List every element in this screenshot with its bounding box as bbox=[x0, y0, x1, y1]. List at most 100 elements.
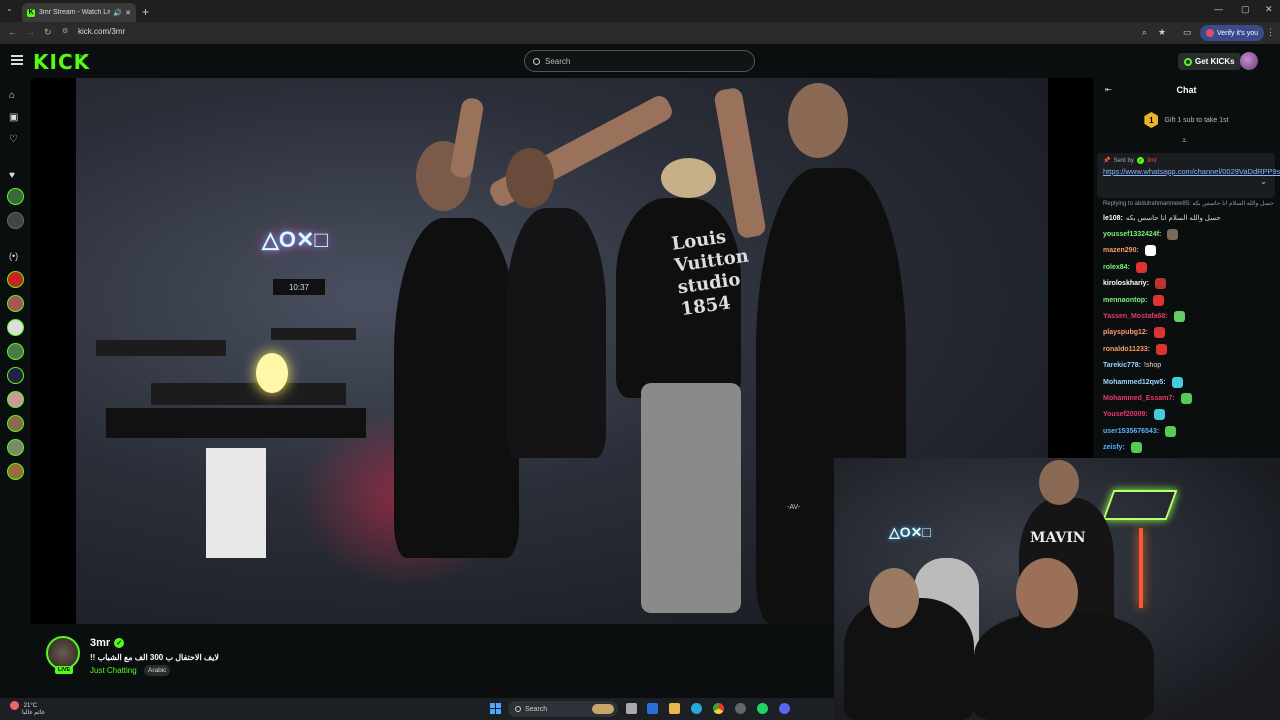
site-info-icon[interactable]: ⚙ bbox=[62, 27, 68, 35]
language-tag[interactable]: Arabic bbox=[144, 665, 171, 676]
pinned-link[interactable]: https://www.whatsapp.com/channel/0029VaD… bbox=[1103, 167, 1280, 177]
followed-channel-avatar[interactable] bbox=[7, 188, 24, 205]
chat-username[interactable]: user1535676543: bbox=[1103, 428, 1159, 435]
chat-message: kiroloskhariy: bbox=[1103, 276, 1275, 292]
url-field[interactable]: kick.com/3mr bbox=[78, 27, 125, 36]
chat-emote-icon bbox=[1135, 261, 1147, 273]
chat-username[interactable]: zeisfy: bbox=[1103, 444, 1125, 451]
browse-icon[interactable]: ▣ bbox=[9, 112, 18, 123]
chat-username[interactable]: le108: bbox=[1103, 215, 1123, 222]
verified-icon: ✓ bbox=[114, 638, 125, 648]
followed-channel-avatar[interactable] bbox=[7, 212, 24, 229]
search-input[interactable]: Search bbox=[524, 50, 755, 72]
windows-start-icon[interactable] bbox=[490, 703, 501, 714]
chat-username[interactable]: Mohammed_Essam7: bbox=[1103, 395, 1175, 402]
back-icon[interactable]: ← bbox=[8, 27, 17, 37]
chat-message: Yousef20009: bbox=[1103, 407, 1275, 423]
person bbox=[394, 218, 519, 558]
streamer-avatar[interactable] bbox=[46, 636, 80, 670]
chat-username[interactable]: playspubg12: bbox=[1103, 329, 1148, 336]
discord-icon[interactable] bbox=[779, 703, 790, 714]
chat-username[interactable]: Mohammed12qw5: bbox=[1103, 379, 1166, 386]
hexagon-neon-light bbox=[1102, 490, 1178, 520]
spotify-icon[interactable] bbox=[757, 703, 768, 714]
obs-icon[interactable] bbox=[735, 703, 746, 714]
stream-category[interactable]: Just Chatting bbox=[90, 666, 137, 675]
chat-username[interactable]: rolex84: bbox=[1103, 264, 1130, 271]
live-channel-avatar[interactable] bbox=[7, 439, 24, 456]
weather-widget[interactable]: 21°C غائم غالبا bbox=[10, 701, 45, 717]
search-icon bbox=[533, 57, 540, 65]
gift-sub-banner[interactable]: 1 Gift 1 sub to take 1st bbox=[1093, 108, 1280, 132]
minimize-icon[interactable]: — bbox=[1214, 4, 1223, 14]
maximize-icon[interactable]: ▢ bbox=[1241, 4, 1250, 15]
chat-username[interactable]: mennaontop: bbox=[1103, 297, 1147, 304]
taskbar-search-label: Search bbox=[525, 705, 548, 713]
bookmark-star-icon[interactable]: ★ bbox=[1158, 27, 1166, 38]
chat-username[interactable]: youssef1332424f: bbox=[1103, 231, 1161, 238]
pin-icon: 📌 bbox=[1103, 158, 1111, 164]
taskbar-search[interactable]: Search bbox=[508, 701, 618, 717]
live-channel-avatar[interactable] bbox=[7, 391, 24, 408]
chat-username[interactable]: mazen290: bbox=[1103, 247, 1139, 254]
close-tab-icon[interactable]: ✕ bbox=[125, 9, 131, 17]
outlook-icon[interactable] bbox=[647, 703, 658, 714]
file-explorer-icon[interactable] bbox=[669, 703, 680, 714]
expand-leaderboard-icon[interactable]: ⩡ bbox=[1182, 136, 1187, 146]
task-view-icon[interactable] bbox=[626, 703, 637, 714]
home-icon[interactable]: ⌂ bbox=[9, 90, 15, 101]
chat-emote-icon bbox=[1167, 229, 1179, 241]
chat-username[interactable]: Tarekic778: bbox=[1103, 362, 1141, 369]
following-heart-icon[interactable]: ♡ bbox=[9, 134, 18, 145]
chat-username[interactable]: Yousef20009: bbox=[1103, 411, 1148, 418]
verify-button[interactable]: Verify it's you bbox=[1200, 25, 1265, 41]
cast-icon[interactable]: ▭ bbox=[1183, 27, 1192, 38]
tab-title: 3mr Stream - Watch Live on Kick bbox=[39, 9, 110, 16]
chat-title: Chat bbox=[1176, 85, 1197, 95]
chat-emote-icon bbox=[1173, 311, 1185, 323]
chat-username[interactable]: ronaldo11233: bbox=[1103, 346, 1150, 353]
wall-shelf bbox=[106, 408, 366, 438]
gray-pants bbox=[641, 383, 741, 613]
browser-menu-icon[interactable]: ⋮ bbox=[1266, 27, 1275, 38]
streamer-name[interactable]: 3mr bbox=[90, 637, 110, 649]
live-channel-avatar[interactable] bbox=[7, 271, 24, 288]
chat-message: rolex84: bbox=[1103, 259, 1275, 275]
hamburger-menu-icon[interactable] bbox=[11, 55, 23, 65]
chrome-icon[interactable] bbox=[713, 703, 724, 714]
chat-username[interactable]: kiroloskhariy: bbox=[1103, 280, 1149, 287]
live-channel-avatar[interactable] bbox=[7, 415, 24, 432]
pinned-sender[interactable]: 3mr bbox=[1147, 158, 1157, 164]
tab-list-icon[interactable]: ⌄ bbox=[6, 4, 13, 13]
stream-info: LIVE 3mr ✓ !! لايف الاحتفال ب 300 الف مع… bbox=[31, 624, 834, 698]
chevron-down-icon[interactable]: ⌄ bbox=[1260, 177, 1267, 186]
speaker-icon[interactable]: 🔊 bbox=[113, 9, 122, 17]
chat-message: Tarekic778: !shop bbox=[1103, 358, 1275, 374]
chat-text: حسل والله السلام انا حاسس بكه bbox=[1125, 215, 1221, 223]
live-channel-avatar[interactable] bbox=[7, 367, 24, 384]
weather-text: غائم غالبا bbox=[22, 710, 45, 717]
chat-username[interactable]: Yassen_Mostafa68: bbox=[1103, 313, 1168, 320]
search-placeholder: Search bbox=[545, 56, 571, 66]
chat-message-list: Replying to abdulrahmanmew85: حسل والله … bbox=[1103, 200, 1275, 456]
close-window-icon[interactable]: ✕ bbox=[1265, 4, 1273, 15]
search-highlight-icon bbox=[592, 704, 614, 714]
address-bar: ← → ↻ ⚙ kick.com/3mr ⌕ ★ ▭ Verify it's y… bbox=[0, 22, 1280, 44]
live-channel-avatar[interactable] bbox=[7, 319, 24, 336]
chat-message: le108: حسل والله السلام انا حاسس بكه bbox=[1103, 210, 1275, 226]
live-channel-avatar[interactable] bbox=[7, 295, 24, 312]
get-kicks-button[interactable]: Get KICKs bbox=[1178, 53, 1241, 70]
live-channel-avatar[interactable] bbox=[7, 463, 24, 480]
edge-icon[interactable] bbox=[691, 703, 702, 714]
chat-emote-icon bbox=[1156, 343, 1168, 355]
live-channel-avatar[interactable] bbox=[7, 343, 24, 360]
user-avatar[interactable] bbox=[1240, 52, 1258, 70]
chat-emote-icon bbox=[1165, 425, 1177, 437]
chat-message: user1535676543: bbox=[1103, 423, 1275, 439]
zoom-icon[interactable]: ⌕ bbox=[1142, 27, 1147, 38]
person-arm bbox=[449, 96, 485, 180]
browser-tab[interactable]: K 3mr Stream - Watch Live on Kick 🔊 ✕ bbox=[22, 3, 136, 22]
reload-icon[interactable]: ↻ bbox=[44, 27, 52, 38]
new-tab-button[interactable]: + bbox=[142, 5, 149, 19]
forward-icon[interactable]: → bbox=[26, 27, 35, 37]
